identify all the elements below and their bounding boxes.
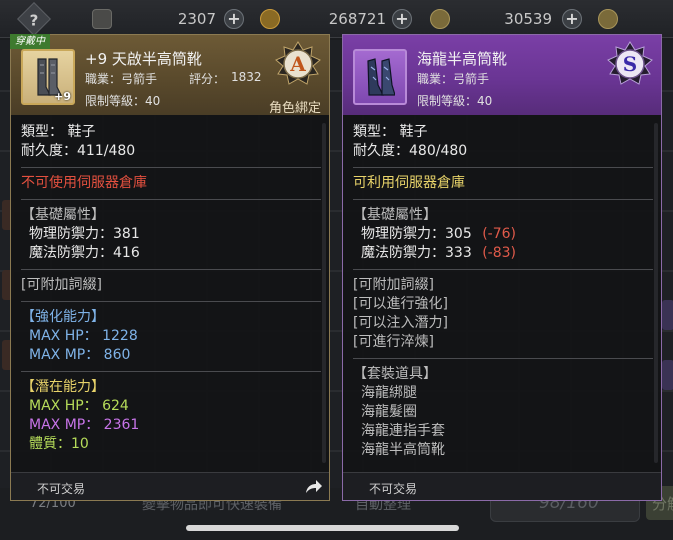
base-stats-header: 【基礎屬性】 [353,207,437,223]
enhance-badge: +9 [54,90,71,103]
add-currency-1-button[interactable]: + [224,9,244,29]
set-item: 海龍髮圈 [361,404,417,420]
add-currency-2-button[interactable]: + [392,9,412,29]
divider [353,167,653,168]
tooltip-body[interactable]: 類型： 鞋子 耐久度：480/480 可利用伺服器倉庫 【基礎屬性】 物理防禦力… [343,115,661,473]
physical-defense-diff: (-76) [482,226,516,242]
add-currency-3-button[interactable]: + [562,9,582,29]
server-storage-status: 不可使用伺服器倉庫 [21,175,147,191]
grade-letter: S [623,52,637,76]
physical-defense: 物理防禦力：381 [29,226,140,242]
binding-status: 角色綁定 [268,101,321,116]
share-icon[interactable] [303,477,323,497]
side-tab-right[interactable] [662,360,673,390]
set-item: 海龍綁腿 [361,385,417,401]
can-inject-potential: [可以注入潛力] [353,315,448,331]
enhance-max-hp: MAX HP： 1228 [29,328,138,344]
set-items-header: 【套裝道具】 [353,366,437,382]
divider [21,371,321,372]
job-label: 職業：弓箭手 [417,72,490,86]
item-icon [353,49,407,105]
level-requirement: 限制等級：40 [417,94,493,108]
tooltip-header: +9 +9 天啟半高筒靴 職業：弓箭手 評分： 1832 限制等級：40 A 角… [11,35,329,116]
divider [21,167,321,168]
divider [353,269,653,270]
set-item: 海龍連指手套 [361,423,445,439]
tooltip-scrollbar[interactable] [654,123,658,463]
currency-3-value: 30539 [504,10,552,28]
magic-defense: 魔法防禦力：416 [29,245,140,261]
help-button[interactable]: ? [17,2,51,36]
side-tab-right[interactable] [662,300,673,330]
divider [353,199,653,200]
durability: 耐久度：480/480 [353,143,468,159]
item-name: +9 天啟半高筒靴 [85,50,202,68]
tooltip-header: 海龍半高筒靴 職業：弓箭手 限制等級：40 S [343,35,661,115]
currency-bar: ? 2307 + 268721 + 30539 + [0,0,673,38]
can-enhance: [可以進行強化] [353,296,448,312]
item-name: 海龍半高筒靴 [417,50,508,68]
tooltip-scrollbar[interactable] [322,123,326,463]
durability: 耐久度：411/480 [21,143,136,159]
grade-s-emblem: S [607,41,653,85]
trade-status: 不可交易 [369,482,418,496]
potential-max-hp: MAX HP： 624 [29,398,129,414]
base-stats-header: 【基礎屬性】 [21,207,105,223]
help-icon: ? [29,11,39,30]
job-label: 職業：弓箭手 [85,72,158,86]
boot-icon [367,58,395,96]
compared-item-tooltip: 海龍半高筒靴 職業：弓箭手 限制等級：40 S 類型： 鞋子 耐久度：480/4… [342,34,662,501]
ticket-icon [92,9,112,29]
enhance-header: 【強化能力】 [21,309,105,325]
magic-defense-row: 魔法防禦力：333 (-83) [353,244,653,263]
equipped-tag: 穿戴中 [10,34,50,49]
set-item: 海龍半高筒靴 [361,442,445,458]
tooltip-body[interactable]: 類型： 鞋子 耐久度：411/480 不可使用伺服器倉庫 【基礎屬性】 物理防禦… [11,115,329,473]
potential-max-mp: MAX MP： 2361 [29,417,140,433]
score-label: 評分： [189,72,226,86]
cycle-icon [260,9,280,29]
divider [21,301,321,302]
item-icon: +9 [21,49,75,105]
tooltip-footer: 不可交易 [11,472,329,500]
trade-status: 不可交易 [37,482,86,496]
score-value: 1832 [231,70,262,84]
grade-a-emblem: A [275,41,321,85]
equipped-item-tooltip: +9 +9 天啟半高筒靴 職業：弓箭手 評分： 1832 限制等級：40 A 角… [10,34,330,501]
currency-1-value: 2307 [177,10,216,28]
attachable-affix: [可附加詞綴] [353,277,434,293]
can-refine: [可進行淬煉] [353,334,434,350]
divider [353,358,653,359]
coin-icon-2 [598,9,618,29]
divider [21,269,321,270]
physical-defense-row: 物理防禦力：305 (-76) [353,225,653,244]
level-requirement: 限制等級：40 [85,94,161,108]
attachable-affix: [可附加詞綴] [21,277,102,293]
magic-defense-diff: (-83) [482,245,516,261]
enhance-max-mp: MAX MP： 860 [29,347,131,363]
potential-header: 【潛在能力】 [21,379,105,395]
magic-defense: 魔法防禦力：333 [361,245,472,261]
item-type: 類型： 鞋子 [21,124,96,140]
tooltip-footer: 不可交易 [343,472,661,500]
coin-icon [430,9,450,29]
item-type: 類型： 鞋子 [353,124,428,140]
divider [21,199,321,200]
potential-extra: 體質：10 [29,436,89,452]
grade-letter: A [289,52,306,76]
home-indicator[interactable] [186,525,459,531]
currency-2-value: 268721 [328,10,386,28]
server-storage-status: 可利用伺服器倉庫 [353,175,465,191]
physical-defense: 物理防禦力：305 [361,226,472,242]
